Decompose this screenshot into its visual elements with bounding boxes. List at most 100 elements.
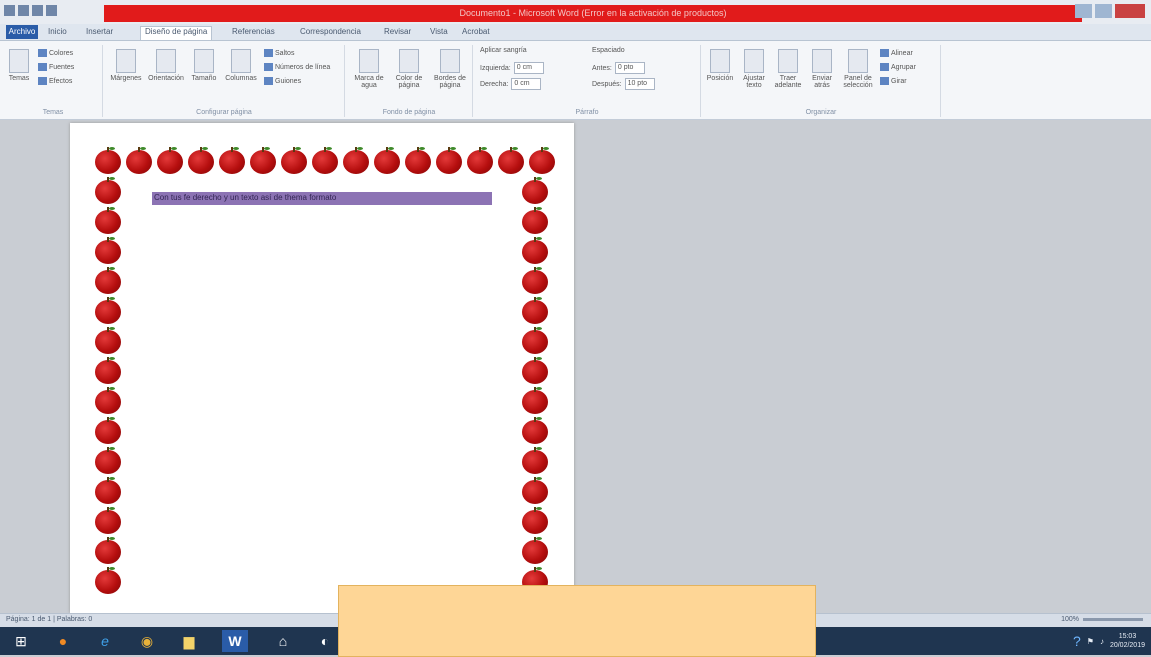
line-numbers-icon bbox=[264, 63, 273, 71]
tab-insert[interactable]: Insertar bbox=[86, 27, 113, 36]
tab-file[interactable]: Archivo bbox=[6, 25, 38, 39]
tab-review[interactable]: Revisar bbox=[384, 27, 411, 36]
tab-mailings[interactable]: Correspondencia bbox=[300, 27, 361, 36]
fonts-icon bbox=[38, 63, 47, 71]
zoom-level[interactable]: 100% bbox=[1061, 616, 1079, 623]
group-page-background: Marca de agua Color de página Bordes de … bbox=[346, 45, 473, 117]
orientation-button[interactable]: Orientación bbox=[146, 49, 186, 82]
apple-border-icon bbox=[498, 147, 524, 174]
page-color-icon bbox=[399, 49, 419, 73]
selection-pane-button[interactable]: Panel de selección bbox=[840, 49, 876, 89]
apple-border-icon bbox=[95, 357, 121, 384]
indent-left-field[interactable]: Izquierda: 0 cm bbox=[480, 62, 544, 74]
apple-border-icon bbox=[95, 447, 121, 474]
wrap-text-button[interactable]: Ajustar texto bbox=[738, 49, 770, 89]
clock-time: 15:03 bbox=[1118, 633, 1137, 640]
word-icon[interactable]: W bbox=[222, 630, 248, 652]
zoom-slider[interactable] bbox=[1083, 618, 1143, 621]
flag-icon[interactable]: ⚑ bbox=[1087, 637, 1094, 646]
apple-border-icon bbox=[522, 477, 548, 504]
selection-pane-icon bbox=[848, 49, 868, 73]
effects-button[interactable]: Efectos bbox=[38, 77, 72, 85]
spacing-before-field[interactable]: Antes: 0 pto bbox=[592, 62, 645, 74]
tab-acrobat[interactable]: Acrobat bbox=[462, 27, 490, 36]
minimize-button[interactable] bbox=[1075, 4, 1092, 18]
apple-border-icon bbox=[522, 267, 548, 294]
spacing-after-field[interactable]: Después: 10 pto bbox=[592, 78, 655, 90]
maximize-button[interactable] bbox=[1095, 4, 1112, 18]
colors-button[interactable]: Colores bbox=[38, 49, 73, 57]
app-icon[interactable]: ◐ bbox=[312, 630, 338, 652]
help-icon[interactable]: ? bbox=[1073, 633, 1081, 649]
breaks-button[interactable]: Saltos bbox=[264, 49, 294, 57]
firefox-icon[interactable]: ● bbox=[50, 630, 76, 652]
undo-icon[interactable] bbox=[32, 5, 43, 16]
tab-view[interactable]: Vista bbox=[430, 27, 448, 36]
columns-button[interactable]: Columnas bbox=[222, 49, 260, 82]
align-button[interactable]: Alinear bbox=[880, 49, 913, 57]
columns-icon bbox=[231, 49, 251, 73]
save-icon[interactable] bbox=[18, 5, 29, 16]
volume-icon[interactable]: ♪ bbox=[1100, 637, 1104, 646]
apple-border-icon bbox=[95, 507, 121, 534]
tab-references[interactable]: Referencias bbox=[232, 27, 275, 36]
bring-forward-icon bbox=[778, 49, 798, 73]
margins-button[interactable]: Márgenes bbox=[108, 49, 144, 82]
apple-border-icon bbox=[95, 177, 121, 204]
apple-border-icon bbox=[95, 387, 121, 414]
position-button[interactable]: Posición bbox=[704, 49, 736, 82]
apple-border-icon bbox=[95, 327, 121, 354]
watermark-button[interactable]: Marca de agua bbox=[350, 49, 388, 89]
line-numbers-button[interactable]: Números de línea bbox=[264, 63, 330, 71]
apple-border-icon bbox=[522, 417, 548, 444]
redo-icon[interactable] bbox=[46, 5, 57, 16]
bring-forward-button[interactable]: Traer adelante bbox=[772, 49, 804, 89]
group-label-themes: Temas bbox=[42, 109, 64, 116]
folder-icon[interactable]: ▆ bbox=[176, 630, 202, 652]
group-icon bbox=[880, 63, 889, 71]
indent-right-value[interactable]: 0 cm bbox=[511, 78, 542, 90]
apple-border-icon bbox=[219, 147, 245, 174]
size-button[interactable]: Tamaño bbox=[188, 49, 220, 82]
windows-icon[interactable]: ⊞ bbox=[8, 630, 34, 652]
status-left: Página: 1 de 1 | Palabras: 0 bbox=[6, 616, 93, 623]
clock[interactable]: 15:03 20/02/2019 bbox=[1110, 632, 1145, 650]
apple-border-icon bbox=[522, 357, 548, 384]
page-count[interactable]: Página: 1 de 1 bbox=[6, 616, 51, 623]
spacing-before-value[interactable]: 0 pto bbox=[614, 62, 645, 74]
quick-access-toolbar bbox=[4, 5, 57, 16]
highlighted-text-line[interactable]: Con tus fe derecho y un texto así de the… bbox=[152, 192, 492, 205]
spacing-after-value[interactable]: 10 pto bbox=[624, 78, 655, 90]
indent-right-field[interactable]: Derecha: 0 cm bbox=[480, 78, 542, 90]
indent-left-value[interactable]: 0 cm bbox=[513, 62, 544, 74]
window-title: Documento1 - Microsoft Word (Error en la… bbox=[459, 8, 727, 18]
system-tray: ? ⚑ ♪ 15:03 20/02/2019 bbox=[1073, 632, 1145, 650]
close-button[interactable] bbox=[1115, 4, 1145, 18]
apple-border-icon bbox=[95, 207, 121, 234]
hyphenation-icon bbox=[264, 77, 273, 85]
group-label-paragraph: Párrafo bbox=[575, 109, 599, 116]
page-color-button[interactable]: Color de página bbox=[390, 49, 428, 89]
spacing-title: Espaciado bbox=[592, 47, 625, 54]
apple-border-icon bbox=[522, 327, 548, 354]
tab-page-layout[interactable]: Diseño de página bbox=[140, 26, 213, 40]
tab-home[interactable]: Inicio bbox=[48, 27, 67, 36]
word-app-icon[interactable] bbox=[4, 5, 15, 16]
apple-border-icon bbox=[157, 147, 183, 174]
page-borders-button[interactable]: Bordes de página bbox=[430, 49, 470, 89]
apple-border-icon bbox=[374, 147, 400, 174]
fonts-button[interactable]: Fuentes bbox=[38, 63, 74, 71]
group-button[interactable]: Agrupar bbox=[880, 63, 916, 71]
hyphenation-button[interactable]: Guiones bbox=[264, 77, 301, 85]
rotate-button[interactable]: Girar bbox=[880, 77, 907, 85]
ie-icon[interactable]: e bbox=[92, 630, 118, 652]
breaks-icon bbox=[264, 49, 273, 57]
chrome-icon[interactable]: ◉ bbox=[134, 630, 160, 652]
home-icon[interactable]: ⌂ bbox=[270, 630, 296, 652]
themes-button[interactable]: Temas bbox=[6, 49, 32, 82]
send-backward-button[interactable]: Enviar atrás bbox=[806, 49, 838, 89]
word-count[interactable]: Palabras: 0 bbox=[57, 616, 92, 623]
apple-border-icon bbox=[529, 147, 555, 174]
page-borders-icon bbox=[440, 49, 460, 73]
group-arrange: Posición Ajustar texto Traer adelante En… bbox=[702, 45, 941, 117]
